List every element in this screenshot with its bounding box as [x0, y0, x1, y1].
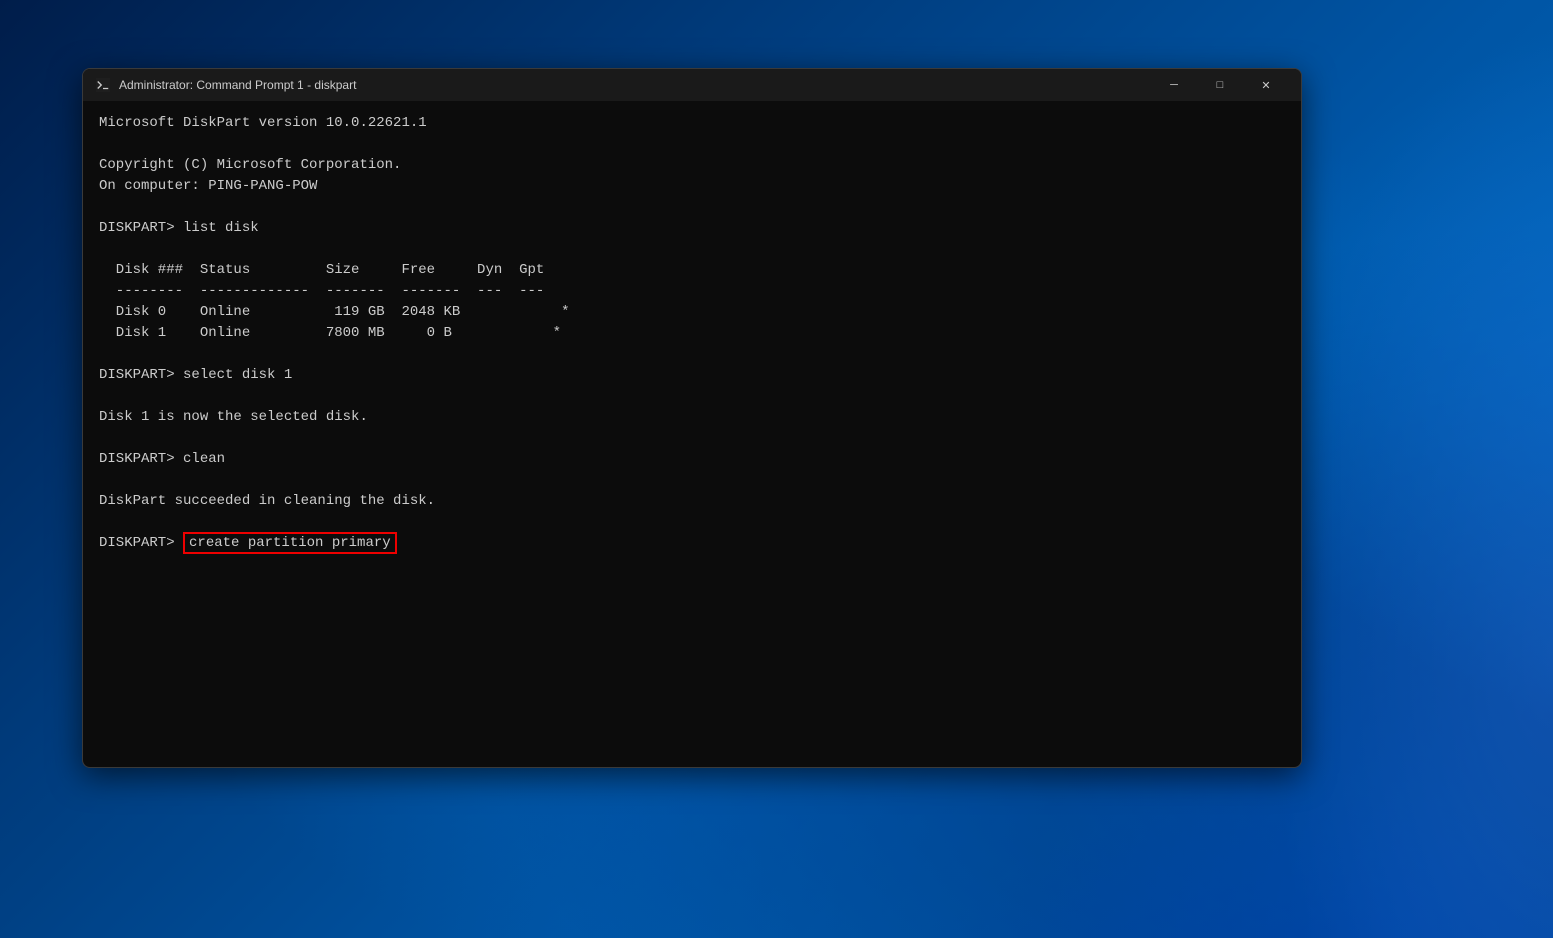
line-create-prefix: DISKPART>: [99, 535, 183, 551]
line-clean-result: DiskPart succeeded in cleaning the disk.: [99, 493, 435, 509]
line-table-sep: -------- ------------- ------- ------- -…: [99, 283, 544, 299]
line-clean-cmd: DISKPART> clean: [99, 451, 225, 467]
titlebar: Administrator: Command Prompt 1 - diskpa…: [83, 69, 1301, 101]
close-button[interactable]: ✕: [1243, 69, 1289, 101]
highlighted-command: create partition primary: [183, 532, 397, 554]
terminal-output: Microsoft DiskPart version 10.0.22621.1 …: [99, 113, 1285, 617]
line-list-cmd: DISKPART> list disk: [99, 220, 259, 236]
line-disk0: Disk 0 Online 119 GB 2048 KB *: [99, 304, 569, 320]
maximize-button[interactable]: □: [1197, 69, 1243, 101]
window-controls: ─ □ ✕: [1151, 69, 1289, 101]
line-select-cmd: DISKPART> select disk 1: [99, 367, 292, 383]
line-table-header: Disk ### Status Size Free Dyn Gpt: [99, 262, 544, 278]
line-version: Microsoft DiskPart version 10.0.22621.1: [99, 115, 427, 131]
line-disk1: Disk 1 Online 7800 MB 0 B *: [99, 325, 561, 341]
line-computer: On computer: PING-PANG-POW: [99, 178, 317, 194]
line-select-result: Disk 1 is now the selected disk.: [99, 409, 368, 425]
minimize-button[interactable]: ─: [1151, 69, 1197, 101]
line-copyright: Copyright (C) Microsoft Corporation.: [99, 157, 401, 173]
cmd-window: Administrator: Command Prompt 1 - diskpa…: [82, 68, 1302, 768]
window-title: Administrator: Command Prompt 1 - diskpa…: [119, 78, 1151, 92]
cmd-icon: [95, 77, 111, 93]
terminal-body[interactable]: Microsoft DiskPart version 10.0.22621.1 …: [83, 101, 1301, 767]
